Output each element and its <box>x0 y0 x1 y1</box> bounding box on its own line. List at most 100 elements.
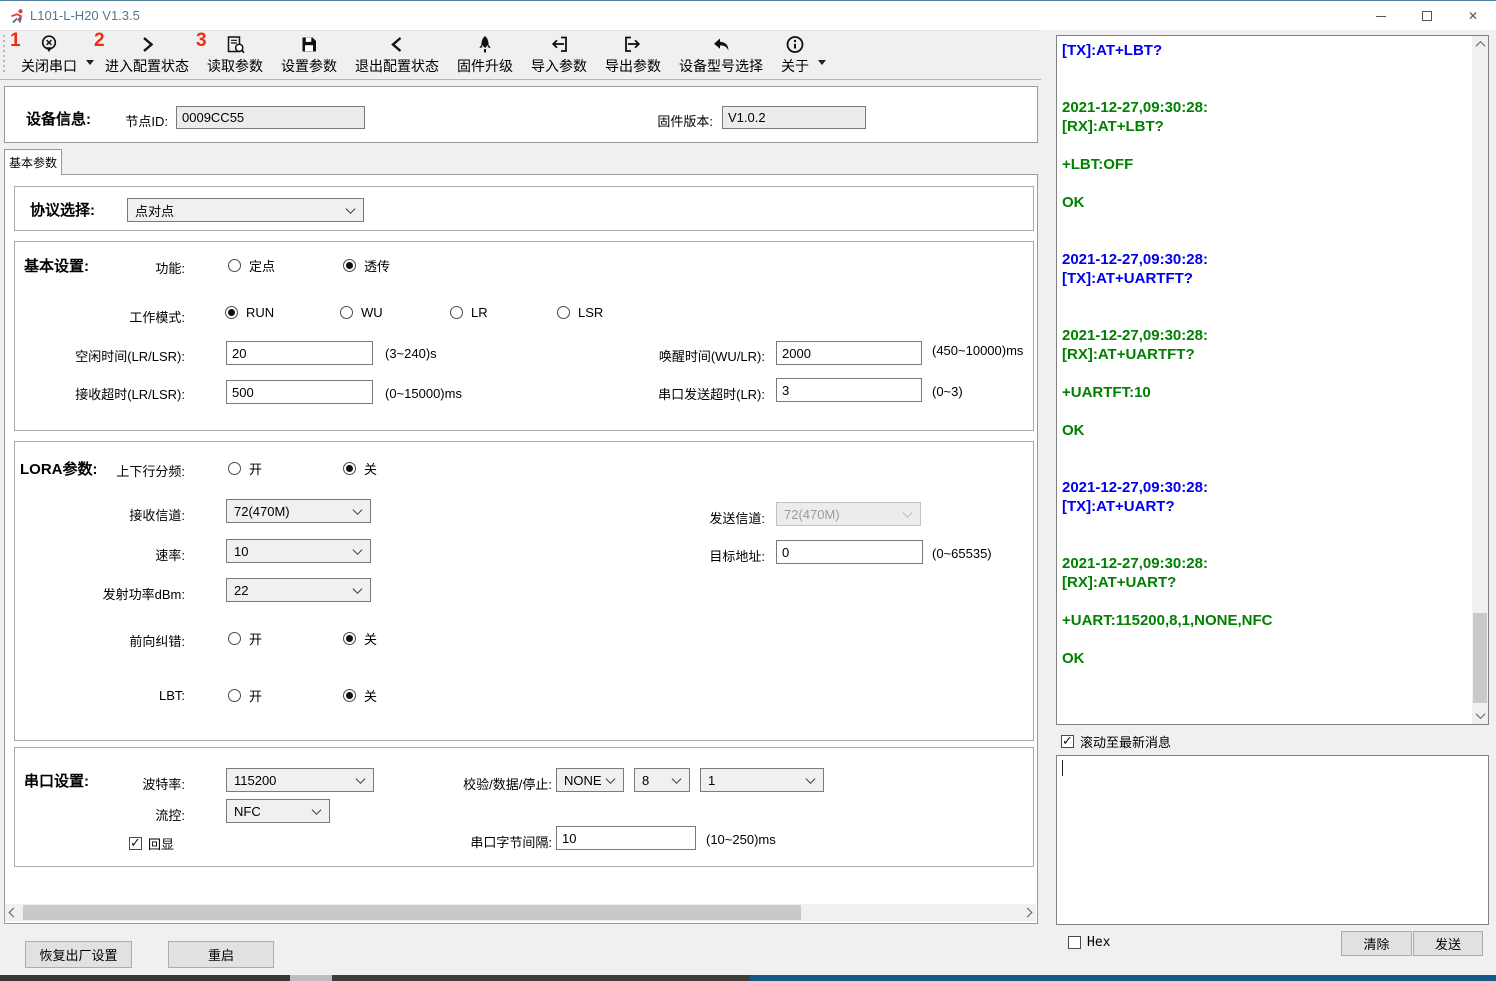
chevron-down-icon <box>312 805 322 815</box>
log-line: OK <box>1062 421 1468 440</box>
log-line: OK <box>1062 193 1468 212</box>
toolbar-firmware-upgrade-label: 固件升级 <box>457 56 513 76</box>
target-addr-label: 目标地址: <box>650 546 765 565</box>
log-line <box>1062 136 1468 155</box>
uart-tx-timeout-range: (0~3) <box>932 384 963 399</box>
toolbar-device-model-button[interactable]: 设备型号选择 <box>670 31 772 79</box>
toolbar-close-port-button[interactable]: 1 关闭串口 <box>12 31 86 79</box>
toolbar-read-params-button[interactable]: 3 读取参数 <box>198 31 272 79</box>
chevron-down-icon <box>353 505 363 515</box>
about-dropdown-button[interactable] <box>818 31 828 79</box>
rx-timeout-label: 接收超时(LR/LSR): <box>60 384 185 403</box>
toolbar-device-model-label: 设备型号选择 <box>679 56 763 76</box>
radio-func-transparent[interactable]: 透传 <box>343 256 390 275</box>
minimize-button[interactable] <box>1358 1 1404 31</box>
send-button[interactable]: 发送 <box>1413 931 1483 956</box>
toolbar-read-params-label: 读取参数 <box>207 56 263 76</box>
parity-select[interactable]: NONE <box>556 768 624 792</box>
toolbar-set-params-button[interactable]: 设置参数 <box>272 31 346 79</box>
autoscroll-checkbox[interactable]: 滚动至最新消息 <box>1061 732 1171 751</box>
toolbar-export-params-button[interactable]: 导出参数 <box>596 31 670 79</box>
radio-func-fixed[interactable]: 定点 <box>228 256 275 275</box>
toolbar-grip[interactable] <box>3 35 5 75</box>
log-line <box>1062 630 1468 649</box>
chevron-down-icon <box>903 508 913 518</box>
log-line <box>1062 592 1468 611</box>
log-line: +LBT:OFF <box>1062 155 1468 174</box>
radio-mode-lr[interactable]: LR <box>450 305 488 320</box>
radio-lbt-on[interactable]: 开 <box>228 686 262 705</box>
log-line <box>1062 402 1468 421</box>
log-output[interactable]: [TX]:AT+LBT? 2021-12-27,09:30:28:[RX]:AT… <box>1056 35 1489 725</box>
scroll-right-button[interactable] <box>1019 904 1036 921</box>
toolbar-exit-config-button[interactable]: 退出配置状态 <box>346 31 448 79</box>
rx-channel-select[interactable]: 72(470M) <box>226 499 371 523</box>
toolbar-enter-config-label: 进入配置状态 <box>105 56 189 76</box>
factory-reset-button[interactable]: 恢复出厂设置 <box>25 941 132 968</box>
uart-tx-timeout-label: 串口发送超时(LR): <box>610 384 765 403</box>
chevron-down-icon <box>818 60 826 65</box>
log-line <box>1062 212 1468 231</box>
stop-bits-select[interactable]: 1 <box>700 768 824 792</box>
toolbar-import-params-button[interactable]: 导入参数 <box>522 31 596 79</box>
radio-icon <box>228 462 241 475</box>
toolbar-firmware-upgrade-button[interactable]: 固件升级 <box>448 31 522 79</box>
idle-time-input[interactable]: 20 <box>226 341 373 365</box>
radio-mode-wu[interactable]: WU <box>340 305 383 320</box>
toolbar-about-button[interactable]: 关于 <box>772 31 818 79</box>
radio-freq-split-off[interactable]: 关 <box>343 459 377 478</box>
hex-checkbox[interactable]: Hex <box>1068 935 1110 950</box>
protocol-label: 协议选择: <box>30 199 95 220</box>
radio-icon <box>450 306 463 319</box>
close-button[interactable]: ✕ <box>1450 1 1496 31</box>
wake-time-input[interactable]: 2000 <box>776 341 922 365</box>
chevron-down-icon <box>806 774 816 784</box>
checkbox-icon <box>1068 936 1081 949</box>
protocol-select[interactable]: 点对点 <box>127 198 364 222</box>
log-line: 2021-12-27,09:30:28: <box>1062 554 1468 573</box>
target-addr-input[interactable]: 0 <box>776 540 923 564</box>
radio-mode-run[interactable]: RUN <box>225 305 274 320</box>
data-bits-select[interactable]: 8 <box>634 768 690 792</box>
tx-channel-select[interactable]: 72(470M) <box>776 502 921 526</box>
log-scrollbar-thumb[interactable] <box>1473 613 1487 703</box>
radio-mode-lsr[interactable]: LSR <box>557 305 603 320</box>
restart-button[interactable]: 重启 <box>168 941 274 968</box>
tx-power-select[interactable]: 22 <box>226 578 371 602</box>
tab-basic-params[interactable]: 基本参数 <box>4 149 62 175</box>
uart-tx-timeout-input[interactable]: 3 <box>776 378 922 402</box>
radio-freq-split-on[interactable]: 开 <box>228 459 262 478</box>
radio-lbt-off[interactable]: 关 <box>343 686 377 705</box>
radio-fec-off[interactable]: 关 <box>343 629 377 648</box>
log-line <box>1062 288 1468 307</box>
rx-timeout-input[interactable]: 500 <box>226 380 373 404</box>
log-line: +UARTFT:10 <box>1062 383 1468 402</box>
scroll-up-button[interactable] <box>1472 36 1488 53</box>
rate-select[interactable]: 10 <box>226 539 371 563</box>
firmware-version-field[interactable]: V1.0.2 <box>722 106 866 129</box>
chevron-right-icon <box>1023 908 1033 918</box>
taskbar-strip <box>332 975 750 981</box>
tx-power-label: 发射功率dBm: <box>60 584 185 603</box>
log-line: [TX]:AT+UART? <box>1062 497 1468 516</box>
maximize-button[interactable] <box>1404 1 1450 31</box>
echo-checkbox[interactable]: 回显 <box>129 834 174 853</box>
flow-control-select[interactable]: NFC <box>226 799 330 823</box>
log-line: [RX]:AT+UART? <box>1062 573 1468 592</box>
minimize-icon <box>1376 16 1386 17</box>
horizontal-scrollbar-thumb[interactable] <box>23 905 801 920</box>
log-line <box>1062 459 1468 478</box>
byte-gap-range: (10~250)ms <box>706 832 776 847</box>
chevron-right-icon <box>137 33 157 55</box>
radio-fec-on[interactable]: 开 <box>228 629 262 648</box>
send-input[interactable] <box>1056 755 1489 925</box>
scroll-left-button[interactable] <box>5 904 22 921</box>
toolbar-enter-config-button[interactable]: 2 进入配置状态 <box>96 31 198 79</box>
scroll-down-button[interactable] <box>1472 707 1488 724</box>
baud-select[interactable]: 115200 <box>226 768 374 792</box>
node-id-field[interactable]: 0009CC55 <box>176 106 365 129</box>
clear-button[interactable]: 清除 <box>1341 931 1412 956</box>
byte-gap-input[interactable]: 10 <box>556 826 696 850</box>
checkbox-checked-icon <box>1061 735 1074 748</box>
taskbar-strip <box>0 975 290 981</box>
